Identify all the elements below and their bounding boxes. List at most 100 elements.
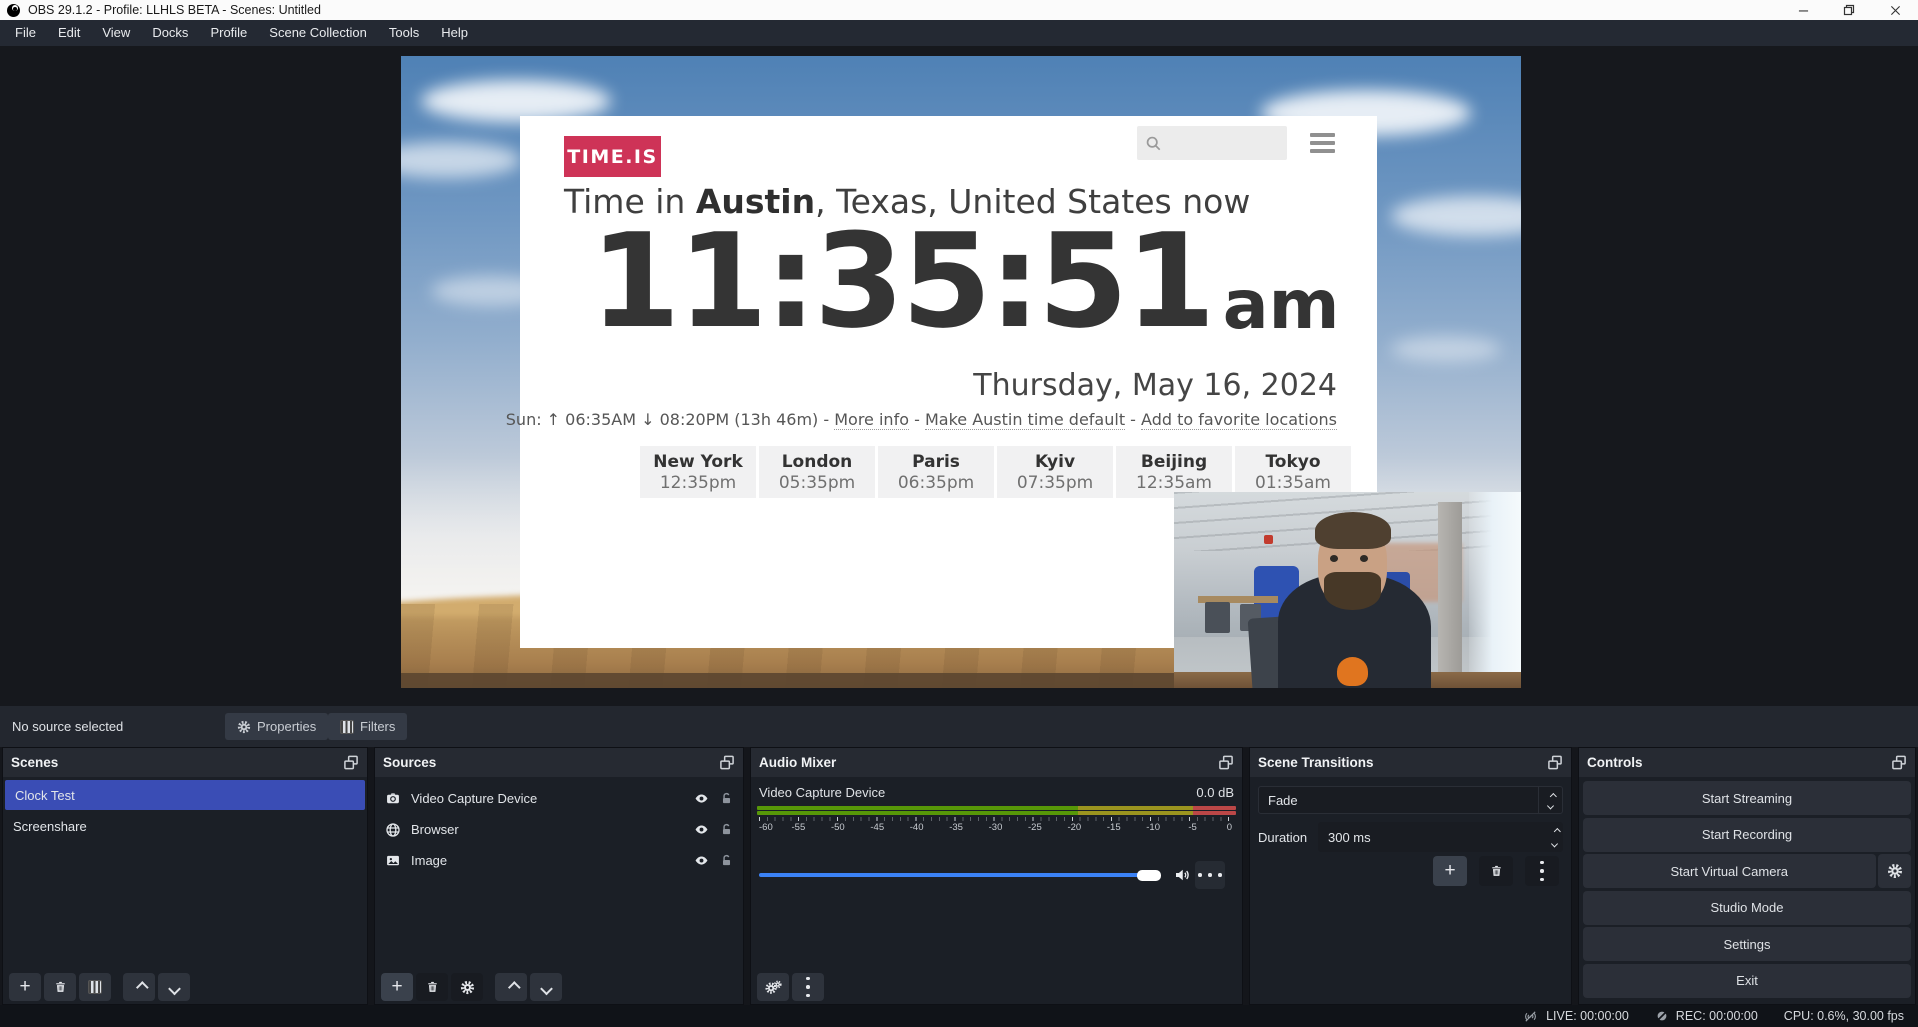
record-inactive-icon	[1655, 1009, 1669, 1023]
source-properties-button[interactable]	[451, 973, 483, 1001]
chevron-down-icon	[540, 982, 553, 995]
remove-scene-button[interactable]	[44, 973, 76, 1001]
office-window	[1469, 492, 1521, 688]
move-scene-up-button[interactable]	[123, 973, 155, 1001]
source-item-image[interactable]: Image	[375, 845, 743, 876]
visibility-eye-button[interactable]	[693, 822, 710, 837]
visibility-eye-button[interactable]	[693, 853, 710, 868]
start-streaming-button[interactable]: Start Streaming	[1583, 781, 1911, 815]
cpu-fps-text: CPU: 0.6%, 30.00 fps	[1784, 1009, 1904, 1023]
add-favorite-link: Add to favorite locations	[1141, 410, 1337, 430]
gear-icon	[460, 980, 475, 995]
separator: -	[1125, 410, 1141, 429]
menu-scene-collection[interactable]: Scene Collection	[258, 20, 378, 46]
remove-source-button[interactable]	[416, 973, 448, 1001]
lock-button[interactable]	[720, 853, 733, 868]
minimize-button[interactable]	[1780, 0, 1826, 20]
scene-filters-button[interactable]	[79, 973, 111, 1001]
city-card: Paris 06:35pm	[878, 446, 994, 498]
popout-dock-icon[interactable]	[343, 755, 359, 770]
trash-icon	[54, 980, 67, 994]
chevron-down-icon	[1547, 802, 1554, 809]
transition-properties-button[interactable]	[1525, 856, 1559, 886]
separator: -	[818, 410, 834, 429]
remove-transition-button[interactable]	[1479, 856, 1513, 886]
start-recording-button[interactable]: Start Recording	[1583, 818, 1911, 852]
titlebar: OBS 29.1.2 - Profile: LLHLS BETA - Scene…	[0, 0, 1918, 20]
clock-time: 11:35:51	[590, 216, 1213, 346]
search-icon	[1145, 135, 1162, 152]
virtual-camera-settings-button[interactable]	[1878, 854, 1911, 888]
menu-docks[interactable]: Docks	[141, 20, 199, 46]
scene-item-clock-test[interactable]: Clock Test	[5, 780, 365, 810]
volume-slider[interactable]	[759, 873, 1159, 877]
popout-dock-icon[interactable]	[1218, 755, 1234, 770]
double-gear-icon	[765, 980, 782, 995]
obs-window: OBS 29.1.2 - Profile: LLHLS BETA - Scene…	[0, 0, 1918, 1027]
person-hair	[1315, 512, 1391, 549]
mixer-channel-menu-button[interactable]	[1195, 861, 1225, 889]
add-transition-button[interactable]	[1433, 856, 1467, 886]
add-scene-button[interactable]	[9, 973, 41, 1001]
spinner-up-button[interactable]	[1554, 828, 1561, 835]
transition-dropdown[interactable]: Fade	[1258, 786, 1563, 814]
person-eye	[1330, 555, 1338, 562]
timeis-logo: TIME.IS	[564, 136, 661, 177]
lock-button[interactable]	[720, 791, 733, 806]
scene-item-screenshare[interactable]: Screenshare	[3, 811, 367, 842]
clock-display: 11:35:51 am	[590, 216, 1339, 346]
camera-icon	[385, 791, 401, 806]
plus-icon	[1444, 861, 1455, 881]
transition-selected-value: Fade	[1259, 793, 1538, 808]
rec-time-text: REC: 00:00:00	[1676, 1009, 1758, 1023]
move-source-down-button[interactable]	[530, 973, 562, 1001]
spinner-down-button[interactable]	[1551, 840, 1558, 847]
popout-dock-icon[interactable]	[1547, 755, 1563, 770]
close-button[interactable]	[1872, 0, 1918, 20]
mixer-db-value[interactable]: 0.0 dB	[1196, 785, 1234, 800]
plus-icon	[19, 977, 30, 997]
lock-button[interactable]	[720, 822, 733, 837]
menu-tools[interactable]: Tools	[378, 20, 430, 46]
source-item-browser[interactable]: Browser	[375, 814, 743, 845]
maximize-button[interactable]	[1826, 0, 1872, 20]
move-scene-down-button[interactable]	[158, 973, 190, 1001]
source-label: Image	[411, 853, 683, 868]
sources-title: Sources	[383, 755, 436, 770]
popout-dock-icon[interactable]	[1891, 755, 1907, 770]
duration-spinner[interactable]: 300 ms	[1318, 822, 1563, 852]
meter-tick-labels: -60 -55 -50 -45 -40 -35 -30 -25 -20 -15 …	[759, 822, 1232, 833]
city-card: Kyiv 07:35pm	[997, 446, 1113, 498]
menu-file[interactable]: File	[4, 20, 47, 46]
city-name: Paris	[878, 452, 994, 472]
mixer-channel-name: Video Capture Device	[759, 785, 885, 800]
menu-help[interactable]: Help	[430, 20, 479, 46]
source-item-video-capture[interactable]: Video Capture Device	[375, 783, 743, 814]
world-cities-row: New York 12:35pm London 05:35pm Paris 06…	[640, 446, 1351, 498]
start-virtual-camera-button[interactable]: Start Virtual Camera	[1583, 854, 1876, 888]
office-chair	[1205, 602, 1229, 633]
mixer-menu-button[interactable]	[792, 973, 824, 1001]
menu-edit[interactable]: Edit	[47, 20, 91, 46]
properties-button[interactable]: Properties	[225, 713, 328, 740]
speaker-icon[interactable]	[1173, 866, 1191, 884]
visibility-eye-button[interactable]	[693, 791, 710, 806]
concrete-pillar	[1438, 502, 1462, 678]
source-label: Video Capture Device	[411, 791, 683, 806]
filters-button[interactable]: Filters	[328, 713, 407, 740]
add-source-button[interactable]	[381, 973, 413, 1001]
move-source-up-button[interactable]	[495, 973, 527, 1001]
menu-profile[interactable]: Profile	[199, 20, 258, 46]
advanced-audio-button[interactable]	[757, 973, 789, 1001]
menu-view[interactable]: View	[91, 20, 141, 46]
settings-button[interactable]: Settings	[1583, 927, 1911, 961]
dropdown-chevrons	[1538, 787, 1562, 813]
volume-slider-handle[interactable]	[1137, 870, 1161, 881]
popout-dock-icon[interactable]	[719, 755, 735, 770]
scene-preview[interactable]: TIME.IS Time in Austin, Texas, United St…	[401, 56, 1521, 688]
scene-label: Screenshare	[13, 819, 87, 834]
studio-mode-button[interactable]: Studio Mode	[1583, 891, 1911, 925]
image-icon	[385, 853, 401, 868]
exit-button[interactable]: Exit	[1583, 964, 1911, 998]
filters-label: Filters	[360, 719, 395, 734]
